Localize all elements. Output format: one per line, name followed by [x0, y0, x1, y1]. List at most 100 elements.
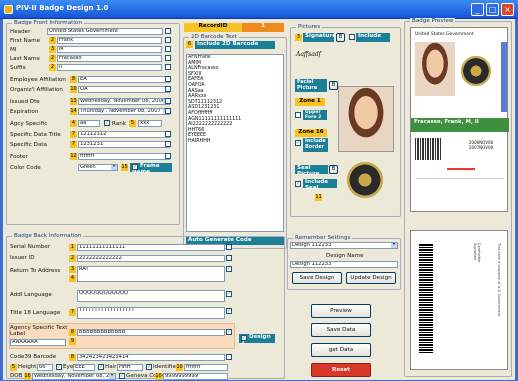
front-input-9[interactable]: aa	[78, 120, 100, 127]
front-label-4: Suffix	[10, 65, 26, 71]
front-label-10: Specific Data Title	[10, 132, 61, 138]
front-checkbox-5[interactable]	[165, 76, 171, 82]
title-bar: PIV-II Badge Design 1.0 _ □ ×	[0, 0, 518, 19]
front-input-3[interactable]: Fracasso	[57, 55, 162, 62]
code39-num: 8	[69, 354, 76, 361]
addl-checkbox[interactable]: ✓	[226, 291, 232, 297]
preview-name-bar: Fracasso, Frank, M, II	[411, 118, 509, 132]
issuer-input[interactable]: 2222222222222	[77, 255, 225, 262]
identifier-num: 10	[176, 364, 183, 371]
design2-button[interactable]: ✓ Design 2	[239, 334, 275, 346]
signature-browse-button[interactable]: B	[336, 33, 345, 42]
maximize-button[interactable]: □	[486, 3, 499, 16]
front-input-7[interactable]: Wednesday, November 08, 2006	[78, 98, 170, 105]
front-label-8: Expiration	[10, 109, 39, 115]
front-input-10[interactable]: 12112312	[78, 131, 170, 138]
issuer-checkbox[interactable]	[226, 255, 232, 261]
seal-browse-button[interactable]: B	[329, 165, 338, 174]
design-name-input[interactable]: Design 112233	[290, 261, 398, 268]
close-button[interactable]: ×	[501, 3, 514, 16]
agency-input[interactable]: BBBBBBBBBBBBB	[77, 329, 225, 336]
identifier-checkbox[interactable]: ✓	[146, 364, 152, 370]
identifier-label: Identifier	[153, 364, 179, 370]
hair-checkbox[interactable]: ✓	[98, 364, 104, 370]
agency-value2[interactable]: AAAAAAA	[10, 339, 66, 346]
include-border-label: Include Border	[303, 138, 328, 152]
update-design-button[interactable]: Update Design	[346, 272, 396, 284]
eye-checkbox[interactable]: ✓	[56, 364, 62, 370]
signature-image: Aaffsadf	[296, 51, 321, 58]
geneva-input[interactable]: 9999999999	[163, 373, 228, 380]
geneva-checkbox[interactable]: ✓	[119, 373, 125, 379]
front-label-3: Last Name	[10, 56, 40, 62]
front-num-4: 2	[49, 64, 56, 71]
save-data-button[interactable]: Save Data	[311, 323, 371, 337]
facial-label: Facial Picture	[295, 79, 327, 92]
return-label: Return To Address	[10, 268, 61, 274]
front-checkbox-10[interactable]	[165, 131, 171, 137]
reset-button[interactable]: Reset	[311, 363, 371, 377]
rank-input[interactable]: xxx	[138, 120, 162, 127]
include-seal-checkbox[interactable]: ✓	[295, 181, 301, 187]
code39-input[interactable]: 342423423423414	[77, 354, 225, 361]
frame-name-checkbox[interactable]: ✓ Frame Name	[130, 163, 172, 175]
zone1-checkbox[interactable]	[295, 112, 301, 118]
signature-include-checkbox[interactable]	[349, 34, 355, 40]
get-data-button[interactable]: get Data	[311, 343, 371, 357]
front-input-6[interactable]: OA	[78, 86, 170, 93]
facial-browse-button[interactable]: B	[329, 81, 338, 90]
front-checkbox-7[interactable]	[165, 98, 171, 104]
include-border-checkbox[interactable]: ✓	[295, 140, 301, 146]
eye-input[interactable]: EEE	[73, 364, 95, 371]
agency-checkbox[interactable]: ✓	[226, 329, 232, 335]
front-checkbox-6[interactable]	[165, 86, 171, 92]
front-input-12[interactable]: ffffffff	[78, 153, 170, 160]
return-checkbox[interactable]: ✓	[226, 266, 232, 272]
title18-checkbox[interactable]: ✓	[226, 308, 232, 314]
barcode-2d-textarea[interactable]: AFNFrank AMIM ALNFracasso SFXIII EAFEA OAFOA A…	[186, 54, 284, 232]
hair-input[interactable]: HHH	[117, 364, 143, 371]
identifier-input[interactable]: ffffffff	[184, 364, 228, 371]
front-input-1[interactable]: Frank	[57, 37, 162, 44]
include-seal-label: Include Seal	[303, 179, 337, 191]
front-checkbox-0[interactable]	[165, 28, 171, 34]
front-input-8[interactable]: Thursday , November 08, 2007	[78, 108, 170, 115]
front-input-0[interactable]: United States Government	[47, 28, 163, 35]
preview-2d-barcode	[415, 138, 441, 160]
preview-button[interactable]: Preview	[311, 304, 371, 318]
settings-group: Remember Settings Design 112233 Design N…	[287, 235, 401, 290]
preview-legend: Badge Preview	[410, 18, 456, 24]
code39-checkbox[interactable]	[226, 354, 232, 360]
return-input[interactable]: RAT	[77, 266, 225, 282]
height-input[interactable]: 66	[37, 364, 53, 371]
front-input-4[interactable]: II	[57, 64, 162, 71]
front-checkbox-3[interactable]	[165, 55, 171, 61]
front-input-11[interactable]: 1231231	[78, 141, 170, 148]
front-checkbox-4[interactable]	[165, 64, 171, 70]
settings-select[interactable]: Design 112233	[290, 242, 398, 249]
addl-input[interactable]: QQQQQQQQQQQQ	[77, 290, 225, 302]
serial-input[interactable]: 11111111111111	[77, 244, 225, 251]
front-input-13[interactable]: Green	[78, 164, 118, 171]
front-checkbox-1[interactable]	[165, 37, 171, 43]
save-design-button[interactable]: Save Design	[292, 272, 342, 284]
rank-label: Rank	[112, 121, 126, 127]
agency-label: Agency Specific Text Label	[10, 325, 68, 337]
front-checkbox-8[interactable]	[165, 108, 171, 114]
title18-input[interactable]: TTTTTTTTTTTTTTTTTT	[77, 307, 225, 319]
front-label-11: Specific Data	[10, 142, 47, 148]
front-checkbox-12[interactable]	[165, 153, 171, 159]
front-input-5[interactable]: EA	[78, 76, 170, 83]
rank-checkbox[interactable]: ✓	[104, 120, 110, 126]
minimize-button[interactable]: _	[471, 3, 484, 16]
front-checkbox-11[interactable]	[165, 141, 171, 147]
front-label-6: Organiz'l Affiliation	[10, 87, 63, 93]
front-input-2[interactable]: M	[57, 46, 162, 53]
serial-checkbox[interactable]	[226, 244, 232, 250]
preview-divider	[416, 178, 504, 179]
dob-date-picker[interactable]: Wednesday, November 08, 2006	[32, 373, 116, 380]
include-2d-barcode[interactable]: Include 2D Barcode	[195, 41, 275, 49]
front-label-7: Issued Dte	[10, 99, 40, 105]
record-id-label: RecordID	[184, 23, 242, 32]
front-checkbox-2[interactable]	[165, 46, 171, 52]
